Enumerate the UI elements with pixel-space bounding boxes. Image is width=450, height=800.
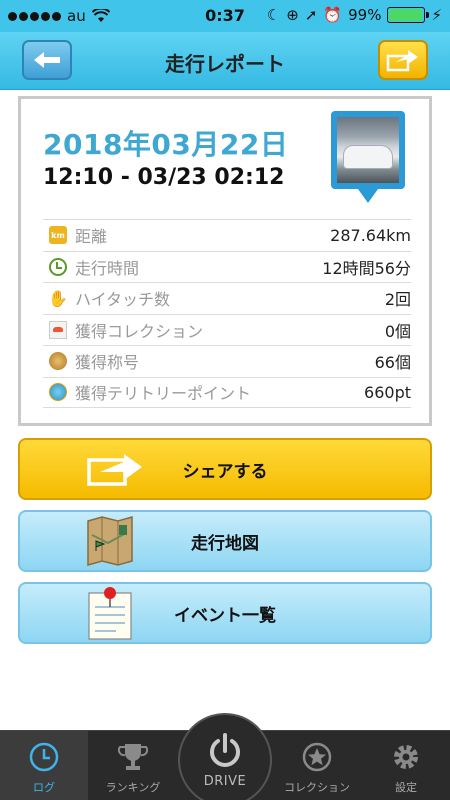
stat-row-high-touch: ✋ ハイタッチ数 2回 [43, 282, 411, 314]
car-photo [337, 117, 399, 183]
clock-icon [49, 257, 67, 276]
stats-list: km 距離 287.64km 走行時間 12時間56分 ✋ ハイタッチ数 2回 … [43, 219, 411, 408]
power-icon [210, 732, 240, 767]
log-clock-icon [29, 742, 59, 772]
stat-value: 2回 [384, 290, 411, 310]
drive-map-button-label: 走行地図 [191, 533, 259, 554]
stat-row-titles: 獲得称号 66個 [43, 345, 411, 377]
tab-label: ログ [33, 781, 55, 794]
stat-row-collection: 獲得コレクション 0個 [43, 313, 411, 346]
tab-label: 設定 [395, 781, 417, 794]
collection-icon [49, 320, 67, 339]
tab-log[interactable]: ログ [0, 731, 88, 800]
share-button[interactable]: シェアする [18, 438, 432, 500]
stat-value: 66個 [374, 353, 411, 373]
location-arrow-icon: ➚ [304, 6, 318, 24]
trophy-icon [118, 744, 148, 770]
hand-icon: ✋ [48, 288, 68, 308]
rotation-lock-icon: ⊕ [286, 6, 299, 24]
stat-value: 287.64km [330, 225, 411, 245]
screen: au 0:37 ☾ ⊕ ➚ ⏰ 99% ⚡ 走行レポート 2018年03月22日… [0, 0, 450, 800]
drive-label: DRIVE [203, 773, 247, 789]
nav-bar: 走行レポート [0, 32, 450, 90]
stat-label: 獲得テリトリーポイント [75, 384, 252, 404]
battery-icon [387, 7, 430, 23]
km-icon: km [49, 226, 67, 245]
share-arrow-icon [386, 50, 418, 72]
share-header-button[interactable] [378, 40, 428, 80]
stat-label: 獲得コレクション [75, 321, 204, 341]
stat-label: 距離 [75, 227, 108, 247]
stat-label: 走行時間 [75, 258, 140, 278]
report-card: 2018年03月22日 12:10 - 03/23 02:12 km 距離 28… [18, 96, 432, 426]
event-list-button[interactable]: イベント一覧 [18, 582, 432, 644]
tab-collection[interactable]: コレクション [272, 731, 362, 800]
gear-icon [394, 745, 418, 769]
tab-bar: ログ ランキング DRIVE コレクション 設定 [0, 713, 450, 800]
stat-value: 660pt [364, 382, 411, 402]
battery-percent: 99% [348, 6, 382, 24]
status-bar: au 0:37 ☾ ⊕ ➚ ⏰ 99% ⚡ [0, 0, 450, 32]
car-shape [343, 145, 393, 169]
drive-map-button[interactable]: 走行地図 [18, 510, 432, 572]
stat-row-territory: 獲得テリトリーポイント 660pt [43, 376, 411, 408]
stat-row-drive-time: 走行時間 12時間56分 [43, 250, 411, 283]
drive-button[interactable]: DRIVE [178, 713, 272, 800]
stat-value: 12時間56分 [322, 258, 411, 278]
report-date: 2018年03月22日 [43, 128, 289, 161]
report-time-range: 12:10 - 03/23 02:12 [43, 165, 285, 190]
status-right: ☾ ⊕ ➚ ⏰ 99% ⚡ [267, 6, 442, 24]
stat-label: 獲得称号 [75, 353, 140, 373]
stat-value: 0個 [384, 321, 411, 341]
tab-settings[interactable]: 設定 [362, 731, 450, 800]
territory-icon [49, 383, 67, 402]
alarm-icon: ⏰ [323, 6, 343, 24]
tab-label: ランキング [105, 781, 161, 794]
moon-icon: ☾ [266, 6, 281, 24]
stat-row-distance: km 距離 287.64km [43, 219, 411, 251]
charging-bolt-icon: ⚡ [431, 6, 442, 24]
star-icon [302, 742, 332, 772]
tab-label: コレクション [284, 781, 350, 794]
battery-fill [389, 9, 423, 21]
tab-ranking[interactable]: ランキング [88, 731, 178, 800]
stat-label: ハイタッチ数 [75, 290, 171, 310]
share-button-label: シェアする [182, 461, 268, 482]
title-medal-icon [49, 352, 67, 371]
event-list-button-label: イベント一覧 [174, 605, 276, 626]
car-photo-pin[interactable] [331, 111, 405, 203]
